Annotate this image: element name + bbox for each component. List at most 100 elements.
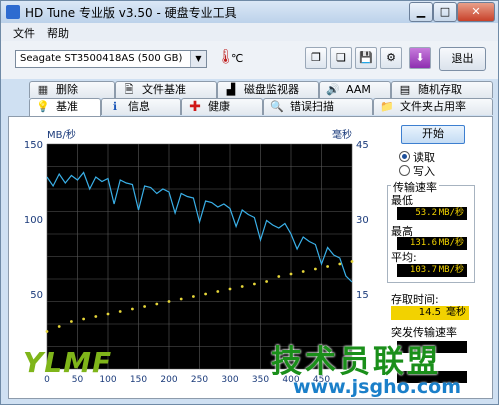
access-time-point bbox=[70, 320, 73, 323]
tab-file-benchmark[interactable]: 🗎 文件基准 bbox=[115, 81, 217, 98]
access-time-point bbox=[301, 270, 305, 273]
save-icon: 💾 bbox=[359, 51, 373, 64]
file-benchmark-icon: 🗎 bbox=[124, 83, 134, 96]
x-tick-label: 300 bbox=[221, 375, 238, 385]
copy-screenshot-icon: ❏ bbox=[336, 51, 346, 64]
access-time-label: 存取时间: bbox=[391, 293, 439, 306]
x-tick-label: 350 bbox=[252, 375, 269, 385]
menu-file[interactable]: 文件 bbox=[13, 25, 35, 41]
min-label: 最低 bbox=[391, 194, 413, 207]
minimize-button[interactable]: ▁ bbox=[409, 2, 433, 22]
tab-delete[interactable]: ▦ 删除 bbox=[29, 81, 115, 98]
disk-monitor-icon: ▟ bbox=[226, 83, 236, 96]
tab-random-access[interactable]: ▤ 随机存取 bbox=[391, 81, 493, 98]
access-time-display: 14.5 毫秒 bbox=[391, 306, 469, 320]
min-value: 53.2 bbox=[415, 208, 437, 218]
info-icon: ℹ bbox=[112, 100, 118, 113]
watermark-logo-url: www.jsgho.com bbox=[293, 376, 461, 398]
access-time-point bbox=[204, 292, 208, 296]
chevron-down-icon[interactable]: ▼ bbox=[190, 51, 206, 67]
avg-label: 平均: bbox=[391, 251, 417, 264]
tab-benchmark[interactable]: 💡 基准 bbox=[29, 98, 101, 117]
options-button[interactable]: ⚙ bbox=[380, 47, 402, 69]
access-time-point bbox=[314, 267, 317, 271]
title-bar[interactable]: HD Tune 专业版 v3.50 - 硬盘专业工具 ▁ □ ✕ bbox=[1, 1, 498, 23]
access-time-point bbox=[106, 312, 110, 316]
drive-select[interactable]: Seagate ST3500418AS (500 GB) ▼ bbox=[15, 50, 207, 68]
access-time-value: 14.5 bbox=[418, 307, 441, 318]
access-time-point bbox=[338, 262, 342, 266]
close-button[interactable]: ✕ bbox=[457, 2, 495, 22]
left-axis-unit: MB/秒 bbox=[47, 128, 76, 141]
x-tick-label: 200 bbox=[160, 375, 177, 385]
access-time-unit: 毫秒 bbox=[446, 307, 466, 318]
access-time-point bbox=[118, 310, 122, 313]
right-axis-unit: 毫秒 bbox=[332, 128, 352, 141]
start-button[interactable]: 开始 bbox=[401, 125, 465, 144]
copy-screenshot-button[interactable]: ❏ bbox=[330, 47, 352, 69]
toolbar: Seagate ST3500418AS (500 GB) ▼ 🌡 ℃ ❐ ❏ 💾… bbox=[1, 41, 498, 79]
watermark-logo-title: 技术员联盟 bbox=[271, 344, 441, 380]
save-button[interactable]: 💾 bbox=[355, 47, 377, 69]
avg-unit: MB/秒 bbox=[438, 265, 464, 275]
access-time-point bbox=[277, 275, 281, 278]
access-time-point bbox=[265, 280, 268, 283]
tab-folder-usage[interactable]: 📁 文件夹占用率 bbox=[373, 98, 493, 115]
maximize-button[interactable]: □ bbox=[433, 2, 457, 22]
magnifier-icon: 🔍 bbox=[270, 100, 284, 113]
tab-health[interactable]: ✚ 健康 bbox=[181, 98, 263, 115]
arrow-down-icon: ⬇ bbox=[415, 51, 425, 64]
drive-select-value: Seagate ST3500418AS (500 GB) bbox=[20, 53, 183, 64]
y-right-tick-label: 45 bbox=[356, 140, 369, 151]
tab-aam[interactable]: 🔊 AAM bbox=[319, 81, 391, 98]
access-time-point bbox=[216, 290, 220, 293]
access-time-point bbox=[228, 287, 232, 291]
tab-disk-monitor[interactable]: ▟ 磁盘监视器 bbox=[217, 81, 319, 98]
folder-icon: 📁 bbox=[380, 100, 394, 113]
tab-error-scan[interactable]: 🔍 错误扫描 bbox=[263, 98, 373, 115]
exit-button[interactable]: 退出 bbox=[439, 47, 486, 71]
radio-read-dot bbox=[399, 151, 410, 162]
access-time-point bbox=[192, 295, 195, 298]
access-time-point bbox=[289, 272, 293, 276]
x-tick-label: 150 bbox=[130, 375, 147, 385]
access-time-point bbox=[155, 302, 159, 306]
access-time-point bbox=[94, 315, 98, 318]
avg-value-display: 103.7 MB/秒 bbox=[397, 264, 467, 277]
min-unit: MB/秒 bbox=[438, 208, 464, 218]
avg-value: 103.7 bbox=[409, 265, 437, 275]
radio-write[interactable]: 写入 bbox=[399, 163, 435, 179]
delete-icon: ▦ bbox=[37, 83, 49, 96]
x-tick-label: 250 bbox=[191, 375, 208, 385]
y-left-tick-label: 150 bbox=[24, 140, 43, 151]
y-left-tick-label: 100 bbox=[24, 215, 43, 226]
y-left-tick-label: 50 bbox=[30, 290, 43, 301]
access-time-point bbox=[179, 297, 183, 301]
download-button[interactable]: ⬇ bbox=[409, 47, 431, 69]
tab-info[interactable]: ℹ 信息 bbox=[101, 98, 181, 115]
y-right-tick-label: 15 bbox=[356, 290, 369, 301]
access-time-point bbox=[82, 317, 85, 321]
access-time-point bbox=[45, 330, 49, 333]
watermark-logo-left: YLMF bbox=[23, 346, 113, 379]
random-access-icon: ▤ bbox=[399, 83, 411, 96]
access-time-point bbox=[143, 305, 147, 308]
access-time-point bbox=[167, 300, 171, 303]
copy-icon: ❐ bbox=[311, 51, 321, 64]
y-right-tick-label: 30 bbox=[356, 215, 369, 226]
access-time-point bbox=[350, 260, 354, 263]
bulb-icon: 💡 bbox=[36, 100, 50, 113]
menu-help[interactable]: 帮助 bbox=[47, 25, 69, 41]
menu-bar: 文件 帮助 bbox=[1, 23, 498, 41]
access-time-point bbox=[253, 282, 256, 286]
access-time-point bbox=[326, 265, 329, 268]
copy-info-button[interactable]: ❐ bbox=[305, 47, 327, 69]
access-time-point bbox=[131, 307, 134, 311]
app-window: HD Tune 专业版 v3.50 - 硬盘专业工具 ▁ □ ✕ 文件 帮助 S… bbox=[0, 0, 499, 405]
access-time-point bbox=[57, 325, 61, 328]
app-icon bbox=[6, 5, 20, 19]
window-title: HD Tune 专业版 v3.50 - 硬盘专业工具 bbox=[25, 6, 237, 20]
health-cross-icon: ✚ bbox=[189, 99, 201, 115]
options-icon: ⚙ bbox=[386, 51, 396, 64]
max-unit: MB/秒 bbox=[438, 238, 464, 248]
